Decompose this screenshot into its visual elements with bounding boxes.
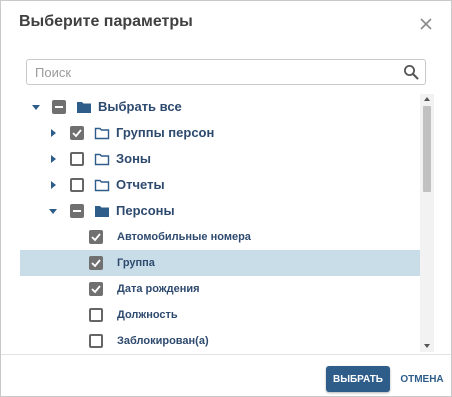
tree-label-persons: Персоны [116, 203, 175, 218]
dialog-title: Выберите параметры [19, 13, 193, 30]
tree-leaf-row[interactable]: Автомобильные номера [20, 224, 420, 250]
checkbox-position[interactable] [89, 308, 103, 322]
tree-label-select-all: Выбрать все [98, 99, 182, 114]
checkbox-reports[interactable] [70, 178, 84, 192]
close-button[interactable] [419, 17, 433, 31]
caret-right-icon[interactable] [47, 127, 59, 139]
close-icon [420, 18, 432, 30]
tree-row-persons[interactable]: Персоны [20, 198, 420, 224]
tree-label-car-numbers: Автомобильные номера [117, 231, 251, 243]
tree-leaf-row-selected[interactable]: Группа [20, 250, 420, 276]
select-parameters-dialog: Выберите параметры Выбрать все [0, 0, 452, 397]
tree-scrollbar[interactable] [420, 94, 434, 352]
caret-down-icon[interactable] [47, 205, 59, 217]
checkbox-select-all[interactable] [52, 100, 66, 114]
tree-leaf-row[interactable]: Заблокирован(а) [20, 328, 420, 352]
select-button[interactable]: ВЫБРАТЬ [326, 366, 390, 392]
tree-row-zones[interactable]: Зоны [20, 146, 420, 172]
folder-outline-icon [94, 179, 110, 192]
cancel-button[interactable]: ОТМЕНА [399, 366, 445, 392]
caret-right-icon[interactable] [47, 153, 59, 165]
search-icon[interactable] [403, 64, 419, 80]
tree-label-position: Должность [117, 309, 178, 321]
tree-label-zones: Зоны [116, 151, 152, 166]
tree-label-person-groups: Группы персон [116, 125, 215, 140]
tree-label-blocked: Заблокирован(а) [117, 335, 209, 347]
checkbox-birth-date[interactable] [89, 282, 103, 296]
checkbox-blocked[interactable] [89, 334, 103, 348]
tree-label-birth-date: Дата рождения [117, 283, 200, 295]
folder-outline-icon [94, 127, 110, 140]
scroll-down-arrow-icon[interactable] [424, 344, 430, 348]
checkbox-persons[interactable] [70, 204, 84, 218]
tree-label-reports: Отчеты [116, 177, 165, 192]
tree-row-reports[interactable]: Отчеты [20, 172, 420, 198]
tree-row-person-groups[interactable]: Группы персон [20, 120, 420, 146]
search-input[interactable] [35, 63, 395, 81]
search-box [26, 59, 426, 85]
tree-leaf-row[interactable]: Должность [20, 302, 420, 328]
checkbox-person-groups[interactable] [70, 126, 84, 140]
checkbox-zones[interactable] [70, 152, 84, 166]
scroll-thumb[interactable] [423, 106, 431, 192]
caret-down-icon[interactable] [30, 101, 42, 113]
folder-filled-icon [77, 102, 91, 113]
scroll-up-arrow-icon[interactable] [424, 97, 430, 101]
checkbox-group[interactable] [89, 256, 103, 270]
tree-view: Выбрать все Группы персон Зоны Отчеты Пе… [20, 94, 434, 352]
tree-label-group: Группа [117, 257, 155, 269]
checkbox-car-numbers[interactable] [89, 230, 103, 244]
folder-filled-icon [95, 206, 109, 217]
tree-leaf-row[interactable]: Дата рождения [20, 276, 420, 302]
footer-divider [1, 354, 451, 355]
caret-right-icon[interactable] [47, 179, 59, 191]
folder-outline-icon [94, 153, 110, 166]
tree-row-select-all[interactable]: Выбрать все [20, 94, 420, 120]
